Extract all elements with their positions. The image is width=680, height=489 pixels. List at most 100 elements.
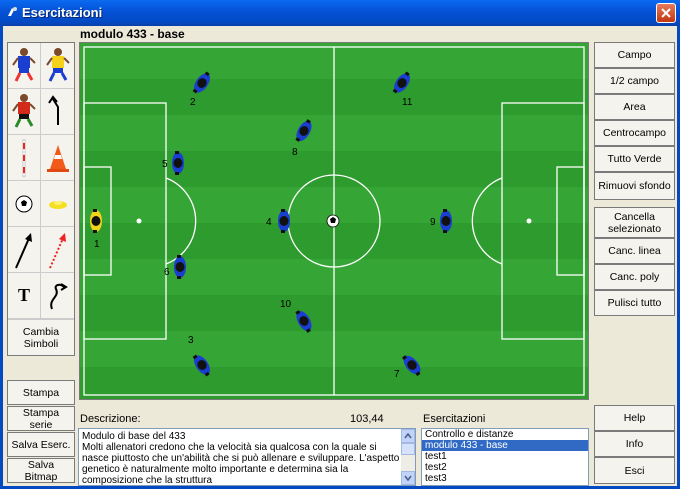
arrow-line-tool[interactable] xyxy=(8,227,41,273)
description-scrollbar[interactable] xyxy=(401,429,415,485)
mezzo-campo-label: 1/2 campo xyxy=(609,75,660,87)
player-number-label: 4 xyxy=(266,217,272,228)
window-title: Esercitazioni xyxy=(22,5,103,20)
title-bar: Esercitazioni xyxy=(0,0,680,26)
right-penalty-spot xyxy=(526,218,532,224)
pulisci-tutto-button[interactable]: Pulisci tutto xyxy=(594,290,675,316)
centrocampo-button[interactable]: Centrocampo xyxy=(594,120,675,146)
disc-marker-icon xyxy=(48,200,67,209)
dashed-arrow-icon xyxy=(48,232,66,268)
exercises-list[interactable]: Controllo e distanze modulo 433 - base t… xyxy=(421,428,589,486)
list-item[interactable]: test2 xyxy=(422,462,588,473)
area-label: Area xyxy=(623,101,646,113)
scroll-down-button[interactable] xyxy=(401,471,415,485)
description-value: 103,44 xyxy=(350,413,384,425)
cone-tool[interactable] xyxy=(41,135,74,181)
player-number-label: 5 xyxy=(162,159,168,170)
stampa-button[interactable]: Stampa xyxy=(7,380,75,405)
help-button[interactable]: Help xyxy=(594,405,675,431)
salva-bitmap-button[interactable]: Salva Bitmap xyxy=(7,458,75,483)
description-textarea[interactable]: Modulo di base del 433 Molti allenatori … xyxy=(78,428,416,486)
ball-icon xyxy=(15,195,33,212)
stampa-serie-label: Stampa serie xyxy=(22,406,60,431)
stampa-label: Stampa xyxy=(22,386,60,399)
scroll-up-button[interactable] xyxy=(401,429,415,443)
description-text: Modulo di base del 433 Molti allenatori … xyxy=(82,431,400,486)
canc-poly-label: Canc. poly xyxy=(609,271,660,283)
rimuovi-sfondo-button[interactable]: Rimuovi sfondo xyxy=(594,172,675,200)
canc-linea-label: Canc. linea xyxy=(608,245,661,257)
close-button[interactable] xyxy=(656,3,676,23)
player-blue-tool[interactable] xyxy=(8,43,41,89)
player-number-label: 2 xyxy=(190,97,196,108)
canc-linea-button[interactable]: Canc. linea xyxy=(594,238,675,264)
cancella-selezionato-button[interactable]: Cancella selezionato xyxy=(594,207,675,238)
help-label: Help xyxy=(623,412,646,424)
list-item[interactable]: test3 xyxy=(422,473,588,484)
tutto-verde-button[interactable]: Tutto Verde xyxy=(594,146,675,172)
cone-icon xyxy=(46,144,69,172)
list-item-selected[interactable]: modulo 433 - base xyxy=(422,440,588,451)
red-player-icon xyxy=(12,93,36,128)
football-pitch[interactable]: 1 2 3 4 5 6 7 8 9 10 11 xyxy=(79,42,589,400)
cambia-simboli-button[interactable]: Cambia Simboli xyxy=(8,319,74,355)
mezzo-campo-button[interactable]: 1/2 campo xyxy=(594,68,675,94)
player-number-label: 10 xyxy=(280,299,292,310)
centrocampo-label: Centrocampo xyxy=(602,127,667,139)
campo-label: Campo xyxy=(617,49,652,61)
player-number-label: 7 xyxy=(394,369,400,380)
turn-arrow-icon xyxy=(47,94,59,125)
player-number-label: 3 xyxy=(188,335,194,346)
ball-tool[interactable] xyxy=(8,181,41,227)
salva-eserc-label: Salva Eserc. xyxy=(11,438,71,451)
cancella-selezionato-label: Cancella selezionato xyxy=(607,210,662,235)
info-label: Info xyxy=(625,438,644,450)
dashed-arrow-tool[interactable] xyxy=(41,227,74,273)
path-arrow-tool[interactable] xyxy=(41,89,74,135)
player-number-label: 1 xyxy=(94,239,100,250)
close-icon xyxy=(661,8,671,18)
module-title: modulo 433 - base xyxy=(80,27,185,41)
app-icon xyxy=(8,7,17,16)
pulisci-tutto-label: Pulisci tutto xyxy=(607,297,662,309)
pole-icon xyxy=(22,138,26,177)
tool-palette: T Cambia Simboli xyxy=(7,42,75,356)
curve-arrow-tool[interactable] xyxy=(41,273,74,319)
player-number-label: 9 xyxy=(430,217,436,228)
player-number-label: 11 xyxy=(402,97,413,108)
area-button[interactable]: Area xyxy=(594,94,675,120)
player-yellow-tool[interactable] xyxy=(41,43,74,89)
solid-arrow-icon xyxy=(15,232,32,268)
pitch-canvas[interactable]: 1 2 3 4 5 6 7 8 9 10 11 xyxy=(80,43,588,399)
text-tool[interactable]: T xyxy=(8,273,41,319)
description-label: Descrizione: xyxy=(80,413,141,425)
cambia-simboli-label: Cambia Simboli xyxy=(22,325,60,350)
pole-tool[interactable] xyxy=(8,135,41,181)
rimuovi-sfondo-label: Rimuovi sfondo xyxy=(598,180,671,192)
player-number-label: 8 xyxy=(292,147,298,158)
info-button[interactable]: Info xyxy=(594,431,675,457)
exercises-label: Esercitazioni xyxy=(423,413,486,425)
esci-label: Esci xyxy=(624,464,645,477)
salva-eserc-button[interactable]: Salva Eserc. xyxy=(7,432,75,457)
list-item[interactable]: test1 xyxy=(422,451,588,462)
scroll-thumb[interactable] xyxy=(401,443,415,455)
blue-player-icon xyxy=(12,47,36,82)
text-tool-label: T xyxy=(17,285,30,305)
stampa-serie-button[interactable]: Stampa serie xyxy=(7,406,75,431)
canc-poly-button[interactable]: Canc. poly xyxy=(594,264,675,290)
campo-button[interactable]: Campo xyxy=(594,42,675,68)
disc-marker-tool[interactable] xyxy=(41,181,74,227)
ball[interactable] xyxy=(326,214,340,228)
yellow-player-icon xyxy=(45,47,70,82)
player-red-tool[interactable] xyxy=(8,89,41,135)
player-number-label: 6 xyxy=(164,267,170,278)
salva-bitmap-label: Salva Bitmap xyxy=(24,458,58,483)
chevron-up-icon xyxy=(404,433,412,439)
left-penalty-spot xyxy=(136,218,142,224)
curve-arrow-icon xyxy=(49,282,68,309)
list-item[interactable]: Controllo e distanze xyxy=(422,429,588,440)
chevron-down-icon xyxy=(404,475,412,481)
esci-button[interactable]: Esci xyxy=(594,457,675,484)
tutto-verde-label: Tutto Verde xyxy=(607,153,662,165)
